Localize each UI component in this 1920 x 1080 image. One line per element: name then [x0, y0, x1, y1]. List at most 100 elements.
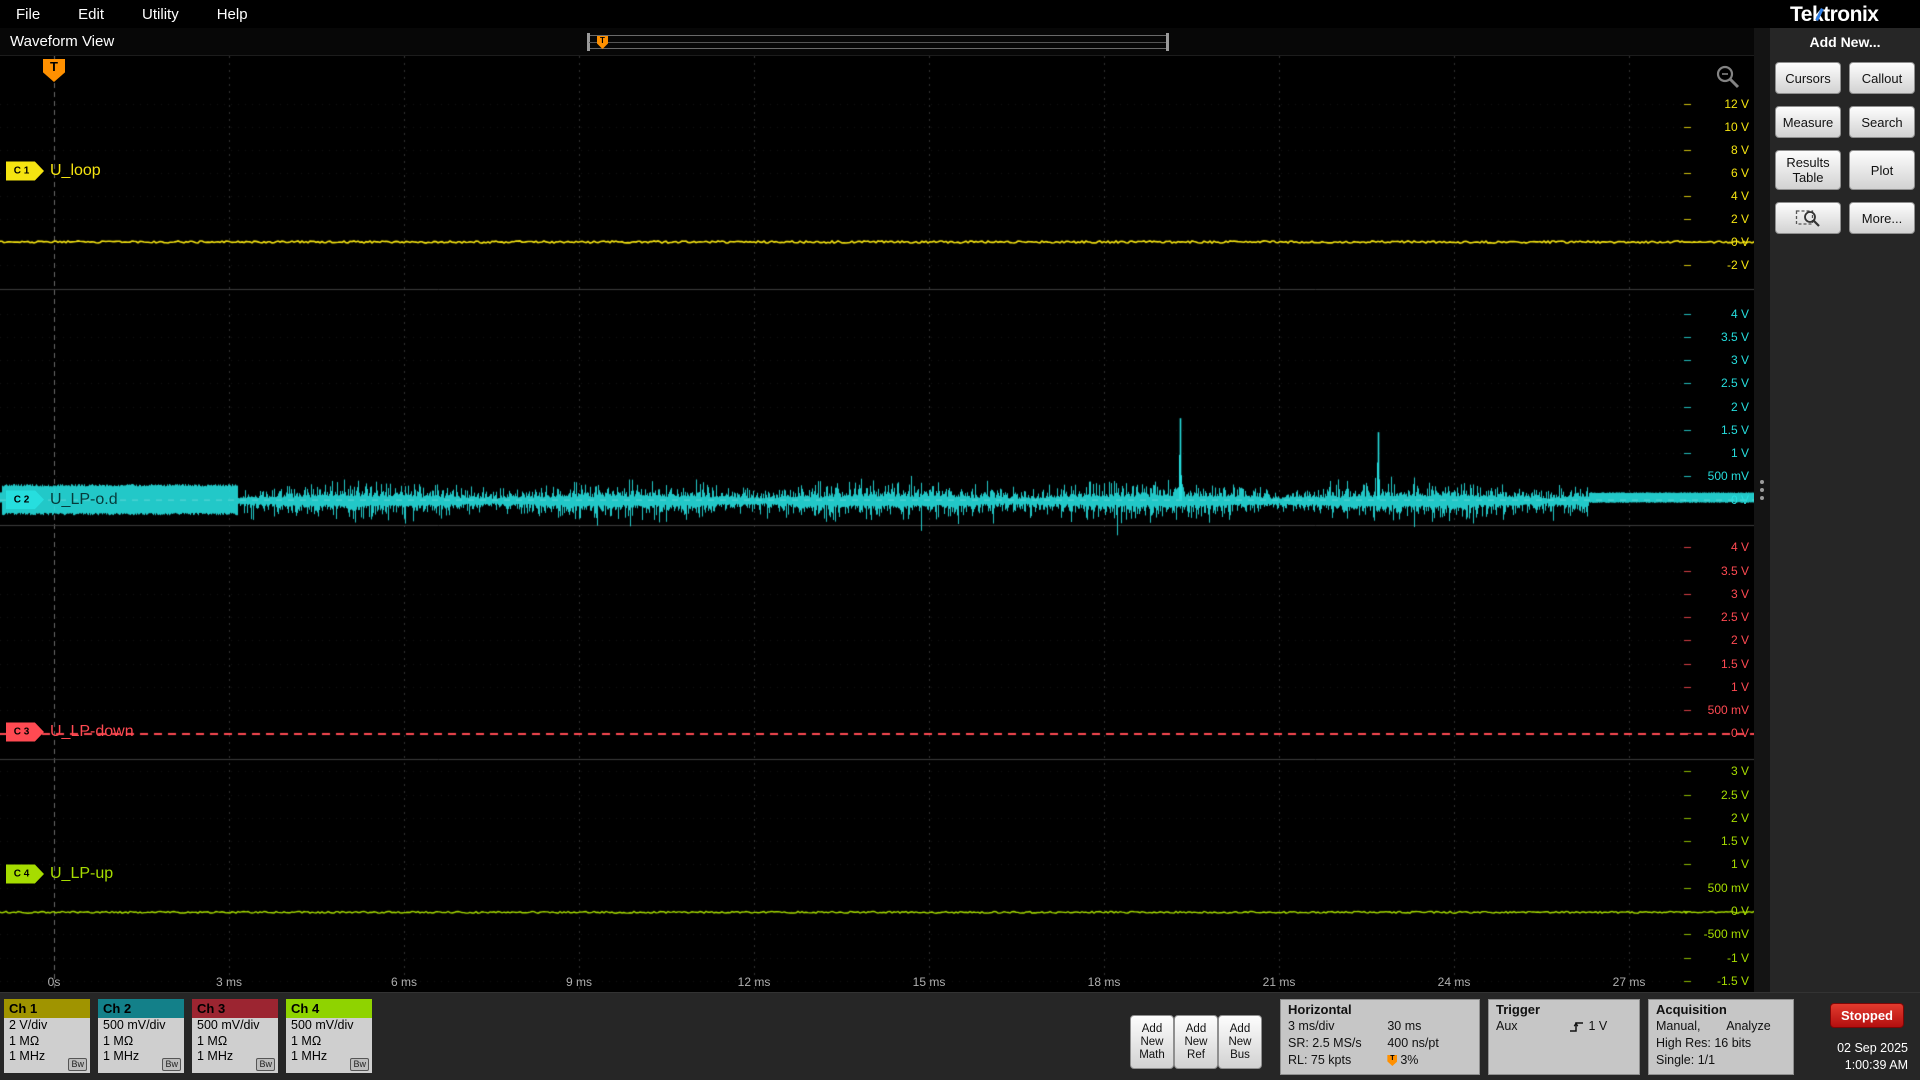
- run-stop-status-button[interactable]: Stopped: [1830, 1003, 1904, 1028]
- tick-label: 2.5 V: [1720, 787, 1749, 802]
- record-trigger-marker[interactable]: T: [597, 36, 608, 49]
- zoom-overlay-button[interactable]: [1775, 202, 1841, 234]
- trigger-title: Trigger: [1496, 1002, 1541, 1017]
- tick-label: 2.5 V: [1720, 376, 1749, 391]
- channel-label-c-4[interactable]: U_LP-up: [50, 865, 113, 883]
- acquisition-analyze: Analyze: [1726, 1019, 1771, 1033]
- zoom-icon[interactable]: [1714, 63, 1742, 91]
- record-view-bar[interactable]: T: [587, 33, 1169, 51]
- waveform-view-titlebar: Waveform View T: [0, 28, 1754, 56]
- horizontal-per-point: 400 ns/pt: [1387, 1036, 1439, 1050]
- horizontal-title: Horizontal: [1288, 1002, 1352, 1017]
- channel-termination: 1 MΩ: [103, 1033, 134, 1048]
- horizontal-sample-rate: SR: 2.5 MS/s: [1288, 1036, 1362, 1050]
- channel-card-ch-1[interactable]: Ch 12 V/div 1 MΩ 1 MHz Bw: [4, 999, 90, 1073]
- add-new-ref-button[interactable]: Add New Ref: [1174, 1015, 1218, 1069]
- tick-label: 2 V: [1730, 633, 1749, 648]
- horizontal-scale: 3 ms/div: [1288, 1019, 1335, 1033]
- tick-label: -1 V: [1726, 950, 1749, 965]
- menu-item-utility[interactable]: Utility: [142, 6, 179, 23]
- horizontal-span: 30 ms: [1387, 1019, 1422, 1033]
- acquisition-panel[interactable]: Acquisition Manual, Analyze High Res: 16…: [1648, 999, 1794, 1075]
- menu-item-file[interactable]: File: [16, 6, 40, 23]
- trigger-position-icon: T: [1387, 1055, 1398, 1066]
- add-new-plot-button[interactable]: Plot: [1849, 150, 1915, 190]
- tick-label: 0 V: [1730, 904, 1749, 919]
- tick-label: 12 V: [1724, 97, 1749, 111]
- acquisition-title: Acquisition: [1656, 1002, 1727, 1017]
- tick-label: 3 V: [1730, 353, 1749, 368]
- tick-label: 0 V: [1730, 492, 1749, 507]
- add-new-results-table-button[interactable]: Results Table: [1775, 150, 1841, 190]
- time-axis-label: 3 ms: [215, 975, 243, 989]
- tick-label: 3.5 V: [1720, 329, 1749, 344]
- splitter-grip: [1760, 480, 1764, 500]
- tick-label: 0 V: [1730, 235, 1749, 249]
- waveform-canvas[interactable]: [0, 56, 1754, 992]
- channel-scale: 2 V/div: [9, 1018, 48, 1032]
- bandwidth-badge: Bw: [256, 1058, 275, 1071]
- waveform-plot: T 12 V 10 V8 V6 V4 V2 V0 V -2 VC 1 U_loop 4 …: [0, 56, 1754, 992]
- tick-label: -2 V: [1726, 258, 1749, 272]
- time-axis-label: 12 ms: [737, 975, 771, 989]
- channel-scale: 500 mV/div: [291, 1018, 354, 1032]
- oscilloscope-screen: File Edit Utility Help Tektronix Waveform V…: [0, 0, 1920, 1080]
- tick-label: 4 V: [1730, 306, 1749, 321]
- channel-label-c-2[interactable]: U_LP-o.d: [50, 491, 118, 509]
- add-new-search-button[interactable]: Search: [1849, 106, 1915, 138]
- add-new-cursors-button[interactable]: Cursors: [1775, 62, 1841, 94]
- time-axis-label: 21 ms: [1262, 975, 1296, 989]
- tick-label: 8 V: [1730, 143, 1749, 157]
- add-new-bus-button[interactable]: Add New Bus: [1218, 1015, 1262, 1069]
- acquisition-mode: Manual,: [1656, 1019, 1701, 1033]
- time-axis-label: 27 ms: [1612, 975, 1646, 989]
- channel-label-c-1[interactable]: U_loop: [50, 162, 101, 180]
- add-new-heading: Add New...: [1809, 34, 1881, 50]
- tick-label: 1.5 V: [1720, 656, 1749, 671]
- channel-card-ch-4[interactable]: Ch 4 500 mV/div 1 MΩ 1 MHz Bw: [286, 999, 372, 1073]
- right-panel: Add New... Cursors Callout Measure Search Re…: [1770, 28, 1920, 992]
- channel-card-header: Ch 3: [192, 999, 278, 1018]
- add-new-math-button[interactable]: Add New Math: [1130, 1015, 1174, 1069]
- menu-item-edit[interactable]: Edit: [78, 6, 104, 23]
- channel-scale: 500 mV/div: [197, 1018, 260, 1032]
- tick-label: 1 V: [1730, 446, 1749, 461]
- tick-label: 2 V: [1730, 212, 1749, 226]
- channel-card-ch-2[interactable]: Ch 2 500 mV/div 1 MΩ 1 MHz Bw: [98, 999, 184, 1073]
- panel-splitter[interactable]: [1754, 28, 1770, 992]
- tick-label: 1.5 V: [1720, 422, 1749, 437]
- bandwidth-badge: Bw: [162, 1058, 181, 1071]
- time-axis-label: 18 ms: [1087, 975, 1121, 989]
- acquisition-resolution: High Res: 16 bits: [1656, 1036, 1752, 1050]
- channel-card-header: Ch 4: [286, 999, 372, 1018]
- tick-label: 6 V: [1730, 166, 1749, 180]
- acquisition-sequence: Single: 1/1: [1656, 1053, 1716, 1067]
- time-axis-label: 9 ms: [565, 975, 593, 989]
- menu-item-help[interactable]: Help: [217, 6, 248, 23]
- tick-label: 4 V: [1730, 540, 1749, 555]
- time-axis-label: 6 ms: [390, 975, 418, 989]
- time-label-clock: 1:00:39 AM: [1844, 1058, 1908, 1072]
- horizontal-panel[interactable]: Horizontal 3 ms/div 30 ms SR: 2.5 MS/s 4…: [1280, 999, 1480, 1075]
- add-new-callout-button[interactable]: Callout: [1849, 62, 1915, 94]
- add-new-measure-button[interactable]: Measure: [1775, 106, 1841, 138]
- time-axis-label: 15 ms: [912, 975, 946, 989]
- tick-label: 500 mV: [1707, 703, 1749, 718]
- trigger-source: Aux: [1496, 1019, 1518, 1033]
- tick-label: 3 V: [1730, 764, 1749, 779]
- bandwidth-badge: Bw: [350, 1058, 369, 1071]
- channel-card-header: Ch 1: [4, 999, 90, 1018]
- channel-card-ch-3[interactable]: Ch 3 500 mV/div 1 MΩ 1 MHz Bw: [192, 999, 278, 1073]
- menu-bar: File Edit Utility Help: [0, 0, 1920, 28]
- add-new-more-button[interactable]: More...: [1849, 202, 1915, 234]
- tick-label: 1 V: [1730, 679, 1749, 694]
- tick-label: 1 V: [1730, 857, 1749, 872]
- trigger-panel[interactable]: Trigger Aux 1 V: [1488, 999, 1640, 1075]
- trigger-level: 1 V: [1588, 1019, 1608, 1033]
- bandwidth-badge: Bw: [68, 1058, 87, 1071]
- date-label: 02 Sep 2025: [1837, 1041, 1908, 1055]
- bottom-bar: Ch 12 V/div 1 MΩ 1 MHz Bw Ch 2 500 mV/div 1 MΩ…: [0, 992, 1920, 1080]
- channel-label-c-3[interactable]: U_LP-down: [50, 723, 134, 741]
- tick-label: 500 mV: [1707, 880, 1749, 895]
- tick-label: 500 mV: [1707, 469, 1749, 484]
